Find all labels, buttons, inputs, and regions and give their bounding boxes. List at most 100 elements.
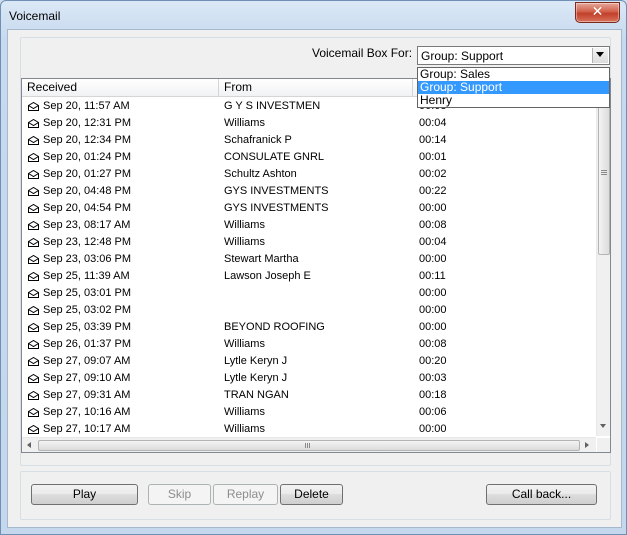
envelope-icon — [28, 134, 39, 145]
cell-from: Stewart Martha — [224, 253, 299, 265]
skip-button[interactable]: Skip — [148, 484, 211, 505]
cell-duration: 00:00 — [419, 253, 447, 265]
cell-from: Williams — [224, 117, 265, 129]
button-bar: Play Skip Replay Delete Call back... — [20, 471, 611, 520]
envelope-icon — [28, 219, 39, 230]
column-header-received[interactable]: Received — [22, 79, 219, 96]
table-row[interactable]: Sep 27, 10:16 AM Williams 00:06 — [22, 403, 596, 420]
table-row[interactable]: Sep 20, 01:24 PM CONSULATE GNRL 00:01 — [22, 148, 596, 165]
replay-button[interactable]: Replay — [213, 484, 278, 505]
cell-received: Sep 20, 12:31 PM — [43, 117, 132, 129]
cell-from: Williams — [224, 219, 265, 231]
cell-from: TRAN NGAN — [224, 389, 289, 401]
voicemail-window: Voicemail ✕ Voicemail Box For: Group: Su… — [0, 0, 627, 535]
grip-line — [307, 443, 308, 448]
cell-received: Sep 27, 09:07 AM — [43, 355, 131, 367]
cell-from: Lytle Keryn J — [224, 372, 288, 384]
table-row[interactable]: Sep 26, 01:37 PM Williams 00:08 — [22, 335, 596, 352]
vertical-scroll-thumb[interactable] — [598, 93, 610, 255]
table-row[interactable]: Sep 25, 03:02 PM 00:00 — [22, 301, 596, 318]
table-row[interactable]: Sep 23, 08:17 AM Williams 00:08 — [22, 216, 596, 233]
table-row[interactable]: Sep 20, 01:27 PM Schultz Ashton 00:02 — [22, 165, 596, 182]
cell-received: Sep 25, 03:39 PM — [43, 321, 132, 333]
cell-from: G Y S INVESTMEN — [224, 100, 321, 112]
cell-from: Williams — [224, 406, 265, 418]
envelope-icon — [28, 185, 39, 196]
cell-duration: 00:08 — [419, 338, 447, 350]
cell-duration: 00:04 — [419, 117, 447, 129]
scroll-right-icon[interactable] — [585, 442, 589, 448]
horizontal-scrollbar[interactable] — [22, 437, 596, 452]
vertical-scrollbar[interactable] — [596, 79, 610, 436]
envelope-icon — [28, 202, 39, 213]
cell-duration: 00:20 — [419, 355, 447, 367]
title-bar[interactable]: Voicemail ✕ — [1, 1, 626, 29]
cell-from: GYS INVESTMENTS — [224, 202, 329, 214]
table-row[interactable]: Sep 27, 09:07 AM Lytle Keryn J 00:20 — [22, 352, 596, 369]
cell-received: Sep 20, 04:54 PM — [43, 202, 132, 214]
table-row[interactable]: Sep 20, 04:54 PM GYS INVESTMENTS 00:00 — [22, 199, 596, 216]
column-header-from[interactable]: From — [219, 79, 413, 96]
scroll-down-icon[interactable] — [600, 424, 606, 428]
horizontal-scroll-thumb[interactable] — [38, 440, 580, 451]
table-row[interactable]: Sep 20, 12:34 PM Schafranick P 00:14 — [22, 131, 596, 148]
envelope-icon — [28, 389, 39, 400]
cell-from: Williams — [224, 423, 265, 435]
envelope-icon — [28, 236, 39, 247]
dropdown-option-henry[interactable]: Henry — [418, 94, 609, 107]
table-row[interactable]: Sep 23, 03:06 PM Stewart Martha 00:00 — [22, 250, 596, 267]
cell-duration: 00:00 — [419, 304, 447, 316]
cell-received: Sep 20, 04:48 PM — [43, 185, 132, 197]
voicemail-box-label: Voicemail Box For: — [312, 46, 413, 60]
table-row[interactable]: Sep 23, 12:48 PM Williams 00:04 — [22, 233, 596, 250]
envelope-icon — [28, 151, 39, 162]
envelope-icon — [28, 406, 39, 417]
envelope-icon — [28, 287, 39, 298]
table-row[interactable]: Sep 27, 09:10 AM Lytle Keryn J 00:03 — [22, 369, 596, 386]
cell-from: Williams — [224, 236, 265, 248]
cell-from: CONSULATE GNRL — [224, 151, 325, 163]
cell-from: Lytle Keryn J — [224, 355, 288, 367]
cell-duration: 00:06 — [419, 406, 447, 418]
grip-line — [305, 443, 306, 448]
client-area: Voicemail Box For: Group: Support Group:… — [7, 29, 622, 528]
cell-received: Sep 27, 09:10 AM — [43, 372, 131, 384]
cell-duration: 00:03 — [419, 372, 447, 384]
list-rows: Sep 20, 11:57 AMG Y S INVESTMEN00:08Sep … — [22, 97, 596, 437]
cell-received: Sep 23, 03:06 PM — [43, 253, 132, 265]
cell-from: Williams — [224, 338, 265, 350]
table-row[interactable]: Sep 27, 10:17 AM Williams 00:00 — [22, 420, 596, 437]
cell-duration: 00:00 — [419, 423, 447, 435]
scroll-left-icon[interactable] — [27, 442, 31, 448]
grip-line — [601, 174, 607, 175]
dropdown-button[interactable] — [592, 48, 608, 63]
voicemail-box-selected: Group: Support — [421, 49, 504, 63]
grip-line — [601, 172, 607, 173]
cell-duration: 00:04 — [419, 236, 447, 248]
envelope-icon — [28, 321, 39, 332]
table-row[interactable]: Sep 25, 11:39 AM Lawson Joseph E 00:11 — [22, 267, 596, 284]
envelope-icon — [28, 355, 39, 366]
table-row[interactable]: Sep 25, 03:01 PM 00:00 — [22, 284, 596, 301]
delete-button[interactable]: Delete — [280, 484, 343, 505]
close-icon: ✕ — [591, 4, 604, 20]
voicemail-list[interactable]: Received From Sep 20, 11:57 AM G Y S INVE… — [21, 78, 611, 453]
play-button[interactable]: Play — [31, 484, 138, 505]
envelope-icon — [28, 270, 39, 281]
table-row[interactable]: Sep 20, 12:31 PM Williams 00:04 — [22, 114, 596, 131]
table-row[interactable]: Sep 20, 04:48 PM GYS INVESTMENTS 00:22 — [22, 182, 596, 199]
call-back-button[interactable]: Call back... — [486, 484, 597, 505]
cell-duration: 00:18 — [419, 389, 447, 401]
close-button[interactable]: ✕ — [575, 2, 620, 23]
cell-received: Sep 25, 03:01 PM — [43, 287, 132, 299]
cell-from: BEYOND ROOFING — [224, 321, 325, 333]
cell-received: Sep 20, 01:27 PM — [43, 168, 132, 180]
grip-line — [601, 170, 607, 171]
cell-received: Sep 27, 10:16 AM — [43, 406, 131, 418]
voicemail-box-select[interactable]: Group: Support — [417, 46, 610, 65]
table-row[interactable]: Sep 27, 09:31 AM TRAN NGAN 00:18 — [22, 386, 596, 403]
cell-received: Sep 25, 03:02 PM — [43, 304, 132, 316]
envelope-icon — [28, 100, 39, 111]
cell-received: Sep 20, 12:34 PM — [43, 134, 132, 146]
table-row[interactable]: Sep 25, 03:39 PM BEYOND ROOFING 00:00 — [22, 318, 596, 335]
